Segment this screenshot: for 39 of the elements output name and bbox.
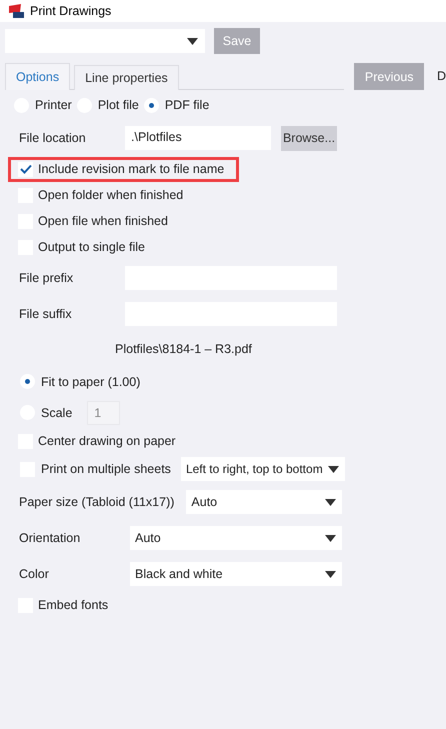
field-label: Orientation: [19, 531, 82, 545]
dropdown[interactable]: Left to right, top to bottom: [180, 457, 345, 481]
radio-label: Plot file: [98, 98, 139, 112]
radio-button[interactable]: [20, 374, 35, 389]
checkbox-label: Output to single file: [38, 240, 146, 254]
checkbox[interactable]: [18, 162, 33, 176]
caret-icon: [325, 534, 336, 542]
cut-text: D: [436, 69, 446, 83]
radio-label: Fit to paper (1.00): [41, 374, 140, 388]
tab[interactable]: Line properties: [74, 65, 179, 90]
checkbox-label: Center drawing on paper: [38, 434, 176, 448]
checkbox-label: Embed fonts: [38, 598, 108, 612]
browse-button[interactable]: Browse...: [281, 126, 337, 150]
radio-label: Printer: [35, 98, 72, 112]
tab[interactable]: Options: [5, 63, 70, 90]
caret-icon: [325, 498, 336, 506]
checkbox-label: Open file when finished: [38, 214, 168, 228]
file-name-preview: Plotfiles\8184-1 – R3.pdf: [115, 342, 252, 356]
checkbox-label: Print on multiple sheets: [41, 462, 171, 476]
checkbox-label: Open folder when finished: [38, 188, 184, 202]
radio-label: Scale: [41, 406, 72, 420]
dropdown[interactable]: Black and white: [130, 562, 342, 586]
radio-label: PDF file: [164, 98, 210, 112]
app-logo-icon: [8, 4, 24, 18]
caret-icon: [328, 466, 339, 472]
checkbox-label: Include revision mark to file name: [38, 162, 224, 176]
dropdown[interactable]: Auto: [186, 490, 342, 514]
dropdown[interactable]: Auto: [130, 526, 342, 550]
file-location-field[interactable]: .\Plotfiles: [125, 126, 271, 150]
field-label: Color: [19, 567, 50, 581]
field-label: File suffix: [19, 307, 73, 321]
caret-icon: [325, 570, 336, 578]
field-label: Paper size (Tabloid (11x17)): [19, 495, 176, 509]
caret-icon: [187, 38, 198, 44]
radio-button[interactable]: [144, 98, 159, 112]
field-label: File prefix: [19, 271, 74, 285]
window-title: Print Drawings: [30, 4, 112, 18]
field-label: File location: [19, 131, 87, 145]
settings-dropdown[interactable]: [5, 29, 205, 53]
